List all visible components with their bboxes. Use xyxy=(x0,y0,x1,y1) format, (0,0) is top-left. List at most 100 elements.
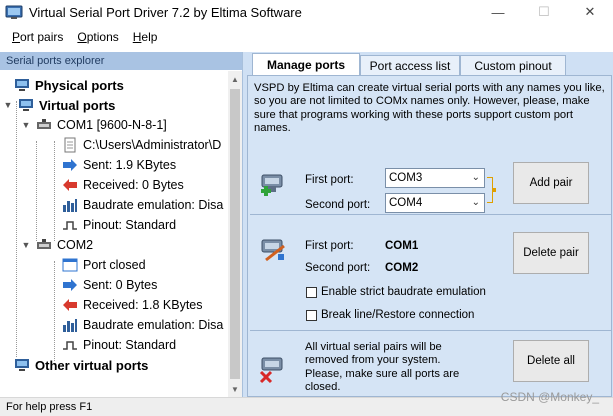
collapse-icon[interactable]: ▼ xyxy=(20,239,32,251)
bar-chart-icon xyxy=(63,319,77,332)
menu-label: ort pairs xyxy=(20,30,64,44)
pinout-icon xyxy=(63,341,77,350)
watermark: CSDN @Monkey_ xyxy=(500,390,599,404)
tree-item-label: COM2 xyxy=(57,238,94,252)
document-icon xyxy=(64,137,76,153)
explorer-header: Serial ports explorer xyxy=(0,52,242,70)
chevron-down-icon[interactable]: ⌄ xyxy=(472,194,480,212)
second-port-combo[interactable]: COM4 ⌄ xyxy=(385,193,485,213)
computer-icon xyxy=(15,79,29,91)
minimize-button[interactable]: — xyxy=(475,0,521,24)
menu-port-pairs[interactable]: Port pairs xyxy=(12,30,63,44)
arrow-right-icon xyxy=(63,159,77,171)
tree-connector xyxy=(54,141,55,241)
menu-mnemonic: O xyxy=(77,30,87,44)
combo-value: COM4 xyxy=(389,197,423,209)
tree-item-label: Virtual ports xyxy=(39,97,116,113)
delete-pair-icon xyxy=(261,239,285,262)
arrow-right-icon xyxy=(63,279,77,291)
menu-mnemonic: P xyxy=(12,30,21,44)
checkbox-box[interactable] xyxy=(306,309,317,321)
checkbox-label: Enable strict baudrate emulation xyxy=(321,286,486,298)
menu-options[interactable]: Options xyxy=(77,30,118,44)
tree-item-com1-received[interactable]: Received: 0 Bytes xyxy=(62,175,184,195)
scrollbar-thumb[interactable] xyxy=(230,89,240,379)
tree-item-com1-pinout[interactable]: Pinout: Standard xyxy=(62,215,176,235)
menu-label: ptions xyxy=(86,30,119,44)
tree-item-label: Port closed xyxy=(83,258,146,272)
maximize-button[interactable]: ☐ xyxy=(521,0,567,24)
tree-connector xyxy=(54,261,55,361)
collapse-icon[interactable]: ▼ xyxy=(2,99,14,111)
add-pair-button[interactable]: Add pair xyxy=(513,162,589,204)
section-divider xyxy=(250,214,611,215)
tree-item-com2-status[interactable]: Port closed xyxy=(62,255,146,275)
explorer-scrollbar[interactable]: ▲ ▼ xyxy=(228,71,242,397)
tree-item-com2-baud[interactable]: Baudrate emulation: Disa xyxy=(62,315,223,335)
tree-item-other-virtual-ports[interactable]: Other virtual ports xyxy=(14,355,148,375)
tree-item-label: Baudrate emulation: Disa xyxy=(83,198,224,212)
tree-item-com2-received[interactable]: Received: 1.8 KBytes xyxy=(62,295,203,315)
delete-all-text: All virtual serial pairs will be removed… xyxy=(305,341,460,394)
delete-second-port-label: Second port: xyxy=(305,262,371,274)
tree-item-label: C:\Users\Administrator\D xyxy=(83,138,222,152)
first-port-combo[interactable]: COM3 ⌄ xyxy=(385,168,485,188)
menu-bar: Port pairs Options Help xyxy=(0,26,613,48)
tree-item-label: Physical ports xyxy=(35,77,124,93)
menu-label: elp xyxy=(141,30,158,44)
pair-bracket-dot xyxy=(492,188,496,192)
tab-manage-ports[interactable]: Manage ports xyxy=(252,53,360,75)
tree-item-label: COM1 [9600-N-8-1] xyxy=(57,118,167,132)
serial-port-icon xyxy=(37,119,51,129)
checkbox-box[interactable] xyxy=(306,286,317,298)
tree-item-virtual-ports[interactable]: ▼ Virtual ports xyxy=(2,95,116,115)
ports-tree: Physical ports ▼ Virtual ports ▼ COM1 [9… xyxy=(0,71,228,397)
tree-item-com1-sent[interactable]: Sent: 1.9 KBytes xyxy=(62,155,176,175)
tree-item-com2-pinout[interactable]: Pinout: Standard xyxy=(62,335,176,355)
delete-first-port-value: COM1 xyxy=(385,240,419,252)
tree-connector xyxy=(16,101,17,357)
break-line-checkbox[interactable]: Break line/Restore connection xyxy=(306,309,474,321)
add-second-port-label: Second port: xyxy=(305,199,371,211)
bar-chart-icon xyxy=(63,199,77,212)
computer-icon xyxy=(15,359,29,371)
tab-custom-pinout[interactable]: Custom pinout xyxy=(460,55,566,75)
arrow-left-icon xyxy=(63,299,77,311)
tree-item-com1-baud[interactable]: Baudrate emulation: Disa xyxy=(62,195,223,215)
serial-ports-explorer: Serial ports explorer Physical ports ▼ V… xyxy=(0,52,243,397)
chevron-down-icon[interactable]: ⌄ xyxy=(472,169,480,187)
tree-item-com2[interactable]: ▼ COM2 xyxy=(20,235,94,255)
tree-item-label: Received: 0 Bytes xyxy=(83,178,184,192)
scroll-up-icon[interactable]: ▲ xyxy=(228,71,242,87)
app-icon xyxy=(5,5,23,19)
window-icon xyxy=(62,258,78,272)
scroll-down-icon[interactable]: ▼ xyxy=(228,381,242,397)
section-divider xyxy=(250,330,611,331)
checkbox-label: Break line/Restore connection xyxy=(321,309,475,321)
delete-second-port-value: COM2 xyxy=(385,262,419,274)
intro-text: VSPD by Eltima can create virtual serial… xyxy=(254,82,605,135)
tree-item-com1[interactable]: ▼ COM1 [9600-N-8-1] xyxy=(20,115,167,135)
window-title: Virtual Serial Port Driver 7.2 by Eltima… xyxy=(29,4,302,20)
delete-pair-button[interactable]: Delete pair xyxy=(513,232,589,274)
tree-item-label: Received: 1.8 KBytes xyxy=(83,298,203,312)
collapse-icon[interactable]: ▼ xyxy=(20,119,32,131)
strict-baudrate-checkbox[interactable]: Enable strict baudrate emulation xyxy=(306,286,486,298)
menu-help[interactable]: Help xyxy=(133,30,158,44)
arrow-left-icon xyxy=(63,179,77,191)
serial-port-icon xyxy=(37,239,51,249)
tree-item-com2-sent[interactable]: Sent: 0 Bytes xyxy=(62,275,157,295)
close-button[interactable]: ✕ xyxy=(567,0,613,24)
combo-value: COM3 xyxy=(389,172,423,184)
delete-all-icon xyxy=(259,357,283,384)
tree-item-label: Other virtual ports xyxy=(35,357,149,373)
right-panel: Manage ports Port access list Custom pin… xyxy=(246,52,613,397)
tree-item-label: Pinout: Standard xyxy=(83,338,177,352)
delete-first-port-label: First port: xyxy=(305,240,354,252)
tree-item-label: Baudrate emulation: Disa xyxy=(83,318,224,332)
tree-item-com1-path[interactable]: C:\Users\Administrator\D xyxy=(62,135,221,155)
tree-item-physical-ports[interactable]: Physical ports xyxy=(14,75,124,95)
delete-all-button[interactable]: Delete all xyxy=(513,340,589,382)
tab-port-access-list[interactable]: Port access list xyxy=(360,55,460,75)
pinout-icon xyxy=(63,221,77,230)
